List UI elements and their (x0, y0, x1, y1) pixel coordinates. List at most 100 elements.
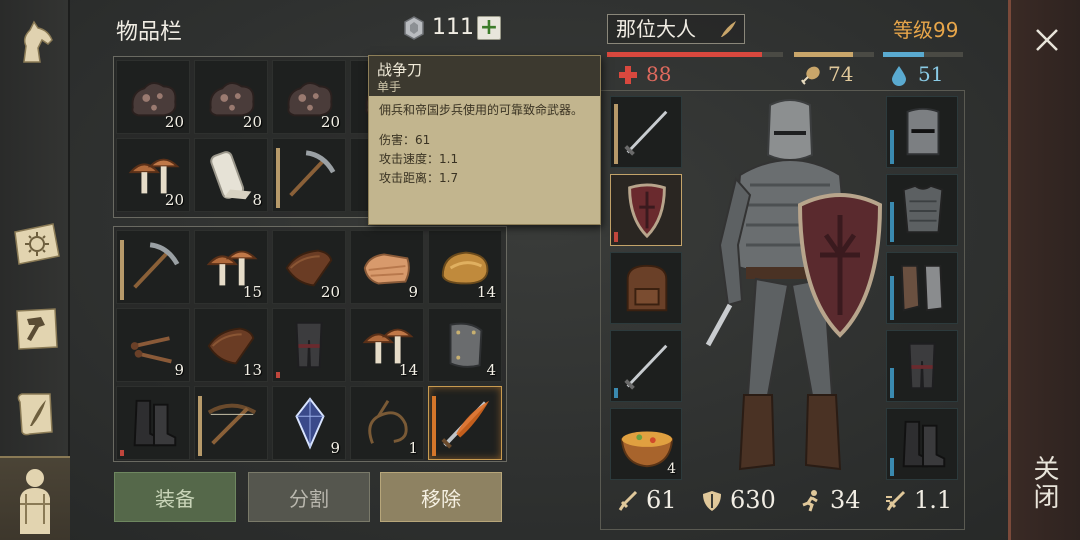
inventory-bottom-slot[interactable]: 4 (428, 308, 502, 382)
horse-menu-button[interactable] (6, 12, 66, 72)
close-label[interactable]: 关闭 (1029, 455, 1063, 511)
durability-bar (890, 368, 894, 398)
equipment-left-slot[interactable] (610, 174, 682, 246)
crafting-menu-button[interactable] (6, 298, 66, 358)
inventory-bottom-slot[interactable]: 14 (350, 308, 424, 382)
inventory-bottom-slot[interactable]: 1 (350, 386, 424, 460)
leg-armor-icon (295, 321, 323, 369)
item-quantity: 8 (252, 191, 262, 209)
leg-armor-icon (908, 342, 936, 390)
durability-bar (120, 450, 124, 456)
durability-bar (890, 276, 894, 320)
inventory-bottom-slot[interactable] (428, 386, 502, 460)
inventory-top-slot[interactable]: 8 (194, 138, 268, 212)
durability-bar (890, 130, 894, 164)
equipment-right-slot[interactable] (886, 408, 958, 480)
item-quantity: 13 (242, 361, 262, 379)
add-currency-button[interactable]: + (477, 16, 501, 40)
sword-icon (624, 344, 668, 390)
durability-bar (120, 240, 124, 300)
helmet-icon (906, 107, 940, 156)
fire-sword-icon (441, 400, 490, 449)
boots-icon (902, 420, 946, 468)
silver-coin-icon (404, 16, 424, 40)
chest-armor-icon (902, 184, 944, 234)
health-bar (607, 52, 783, 57)
quests-menu-button[interactable] (6, 384, 66, 444)
item-quantity: 14 (398, 361, 418, 379)
inventory-top-slot[interactable]: 20 (272, 60, 346, 134)
inventory-top-slot[interactable]: 20 (116, 138, 190, 212)
character-menu-button[interactable] (0, 456, 70, 540)
item-quantity: 20 (320, 283, 340, 301)
item-quantity: 20 (242, 113, 262, 131)
attack-speed-icon (886, 490, 906, 511)
inventory-bottom-slot[interactable] (194, 386, 268, 460)
item-quantity: 9 (408, 283, 418, 301)
health-value: 88 (646, 62, 672, 86)
speed-value: 34 (830, 486, 861, 514)
inventory-bottom-slot[interactable]: 9 (272, 386, 346, 460)
item-tooltip: 战争刀 单手 佣兵和帝国步兵使用的可靠致命武器。 伤害：61 攻击速度：1.1 … (368, 55, 601, 225)
equipment-right-slot[interactable] (886, 330, 958, 402)
inventory-title: 物品栏 (116, 20, 183, 45)
equipment-left-slot[interactable] (610, 96, 682, 168)
tooltip-description: 佣兵和帝国步兵使用的可靠致命武器。 (379, 103, 584, 117)
crossbow-icon (207, 403, 257, 445)
boots-icon (133, 399, 177, 447)
durability-bar (276, 148, 280, 208)
armor-value: 630 (730, 486, 776, 514)
attack-value: 61 (646, 486, 677, 514)
item-quantity: 14 (476, 283, 496, 301)
equip-button[interactable]: 装备 (114, 472, 236, 522)
sword-icon (624, 110, 668, 156)
tooltip-stats: 伤害：61 攻击速度：1.1 攻击距离：1.7 (369, 119, 600, 188)
inventory-bottom-slot[interactable]: 15 (194, 230, 268, 304)
sun-book-icon (14, 223, 60, 265)
inventory-bottom-slot[interactable]: 9 (116, 308, 190, 382)
side-menu (0, 0, 70, 540)
remove-button[interactable]: 移除 (380, 472, 502, 522)
inventory-bottom-slot[interactable]: 9 (350, 230, 424, 304)
attack-sword-icon (618, 490, 638, 511)
item-quantity: 15 (242, 283, 262, 301)
equipment-right-slot[interactable] (886, 96, 958, 168)
inventory-bottom-slot[interactable] (116, 386, 190, 460)
inventory-top-slot[interactable]: 20 (194, 60, 268, 134)
inventory-bottom-slot[interactable] (116, 230, 190, 304)
skills-menu-button[interactable] (6, 214, 66, 274)
item-quantity: 4 (486, 361, 496, 379)
durability-bar (614, 232, 618, 242)
equipment-left-slot[interactable] (610, 330, 682, 402)
inventory-bottom-slot[interactable]: 14 (428, 230, 502, 304)
hunger-drumstick-icon (801, 66, 820, 85)
water-drop-icon (892, 66, 906, 86)
character-level: 等级99 (893, 18, 959, 42)
item-quantity: 20 (320, 113, 340, 131)
inventory-bottom-slot[interactable]: 13 (194, 308, 268, 382)
close-icon[interactable] (1027, 20, 1067, 60)
item-quantity: 20 (164, 191, 184, 209)
inventory-top-slot[interactable] (272, 138, 346, 212)
item-quantity: 20 (164, 113, 184, 131)
item-quantity: 1 (408, 439, 418, 457)
shield-icon (628, 183, 666, 239)
close-panel[interactable]: 关闭 (1008, 0, 1080, 540)
equipment-left-slot[interactable] (610, 252, 682, 324)
inventory-top-slot[interactable]: 20 (116, 60, 190, 134)
inventory-bottom-slot[interactable]: 20 (272, 230, 346, 304)
equipment-right-slot[interactable] (886, 174, 958, 246)
split-button[interactable]: 分割 (248, 472, 370, 522)
tooltip-header: 战争刀 单手 (369, 56, 600, 96)
item-quantity: 4 (667, 461, 676, 477)
thirst-bar (883, 52, 963, 57)
inventory-bottom-slot[interactable] (272, 308, 346, 382)
tooltip-attack-range: 攻击距离：1.7 (379, 171, 459, 185)
tooltip-attack-speed: 攻击速度：1.1 (379, 152, 459, 166)
knight-character (705, 99, 883, 471)
equipment-right-slot[interactable] (886, 252, 958, 324)
feather-edit-icon[interactable] (718, 19, 738, 39)
pickaxe-icon (289, 150, 336, 197)
durability-bar (276, 372, 280, 378)
equipment-left-slot[interactable]: 4 (610, 408, 682, 480)
